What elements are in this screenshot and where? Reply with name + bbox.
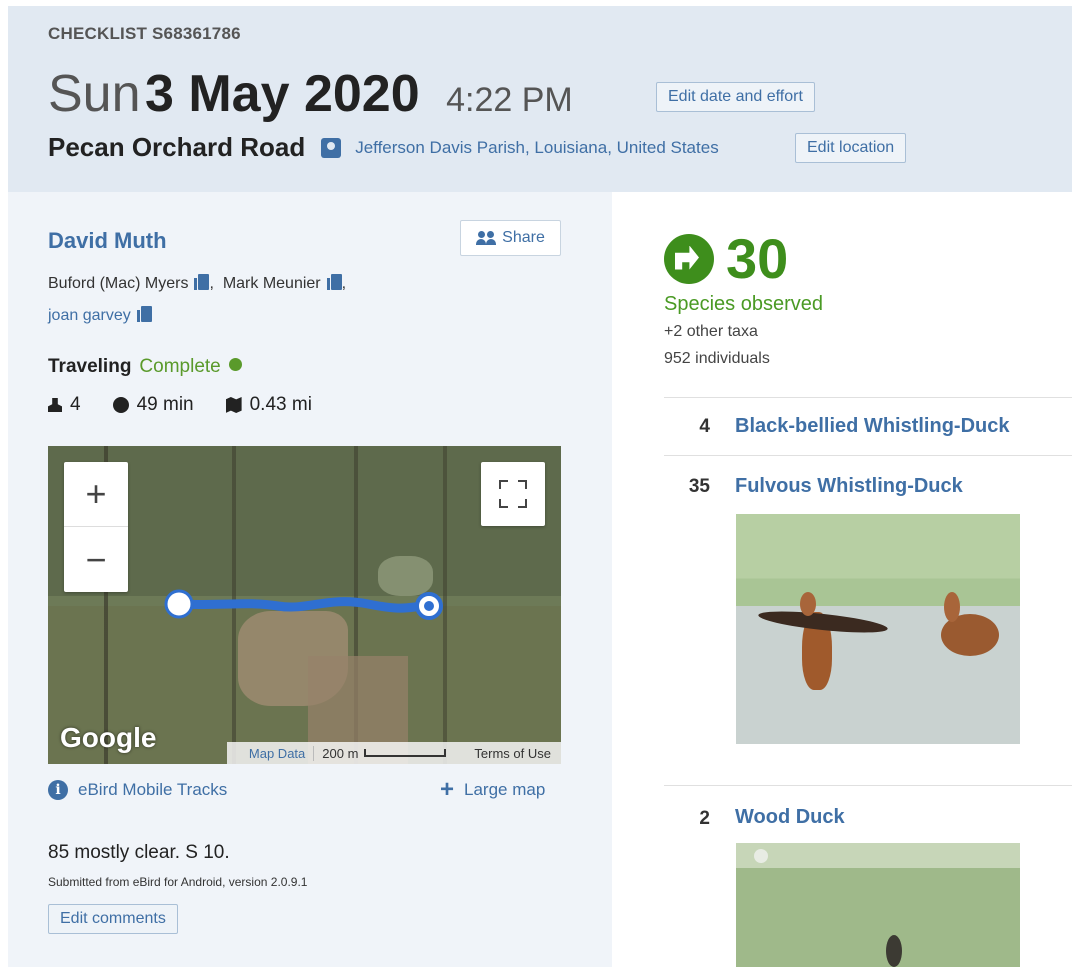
checklist-details-panel: David Muth Share Buford (Mac) Myers, Mar… (8, 192, 612, 967)
edit-location-button[interactable]: Edit location (795, 133, 907, 163)
checklist-icon[interactable] (136, 306, 152, 322)
share-button[interactable]: Share (460, 220, 561, 256)
location-row: Pecan Orchard Road Jefferson Davis Paris… (48, 132, 719, 163)
shared-observer-link[interactable]: joan garvey (48, 307, 131, 324)
location-name: Pecan Orchard Road (48, 132, 306, 162)
submission-info: Submitted from eBird for Android, versio… (48, 875, 308, 889)
map-pin-icon[interactable] (321, 137, 342, 158)
duck-head (886, 935, 902, 967)
large-map-label: Large map (464, 780, 546, 799)
blurred-spot (754, 849, 768, 863)
checklist-id: CHECKLIST S68361786 (48, 24, 241, 43)
fullscreen-button[interactable] (481, 462, 545, 526)
mobile-tracks-label: eBird Mobile Tracks (78, 780, 228, 799)
fullscreen-icon (499, 480, 508, 489)
party-size: 4 (70, 394, 81, 415)
map-attribution: Map Data 200 m Terms of Use (226, 742, 561, 764)
checklist-time: 4:22 PM (446, 81, 573, 119)
individuals-count: 952 individuals (664, 350, 770, 367)
plus-icon: + (440, 776, 455, 803)
zoom-control: + − (64, 462, 128, 592)
shared-observers: Buford (Mac) Myers, Mark Meunier, joan g… (48, 274, 347, 324)
location-region-link[interactable]: Jefferson Davis Parish, Louisiana, Unite… (355, 138, 719, 158)
zoom-in-button[interactable]: + (64, 462, 128, 527)
checklist-icon[interactable] (326, 274, 342, 290)
zoom-out-button[interactable]: − (64, 527, 128, 592)
map-icon (225, 397, 242, 413)
species-photo[interactable] (736, 514, 1020, 744)
large-map-link[interactable]: + Large map (440, 776, 546, 803)
date-day: Sun (48, 65, 141, 123)
info-icon: i (48, 780, 68, 800)
stopwatch-icon (112, 397, 129, 413)
complete-status: Complete (139, 356, 221, 377)
duration: 49 min (136, 394, 194, 415)
person-icon (48, 398, 62, 412)
track-map[interactable]: + − Google Map Data 200 m Terms of Use (48, 446, 561, 764)
ebird-logo-icon (664, 233, 714, 284)
terms-link[interactable]: Terms of Use (454, 746, 561, 761)
track-start-marker[interactable] (164, 589, 194, 619)
people-icon (476, 231, 497, 245)
distance: 0.43 mi (249, 394, 312, 415)
shared-observer: Buford (Mac) Myers (48, 275, 189, 292)
map-scale: 200 m (313, 745, 454, 761)
species-observed-label: Species observed (664, 293, 823, 315)
species-photo[interactable] (736, 843, 1020, 967)
species-link[interactable]: Wood Duck (735, 806, 845, 829)
effort-stats: 4 49 min 0.43 mi (48, 394, 312, 416)
edit-comments-button[interactable]: Edit comments (48, 904, 178, 934)
checklist-icon[interactable] (194, 274, 210, 290)
duck-head (800, 592, 816, 616)
info-icon[interactable] (228, 358, 242, 371)
duck-head (944, 592, 960, 622)
checklist-header: CHECKLIST S68361786 Sun 3 May 2020 4:22 … (8, 6, 1072, 192)
share-label: Share (502, 229, 545, 246)
observation-row: 4 Black-bellied Whistling-Duck (664, 397, 1072, 455)
species-link[interactable]: Fulvous Whistling-Duck (735, 475, 963, 498)
protocol-row: Traveling Complete (48, 356, 242, 378)
mobile-tracks-link[interactable]: i eBird Mobile Tracks (48, 780, 227, 800)
observation-count: 4 (699, 416, 710, 437)
shared-observer: Mark Meunier (222, 275, 321, 292)
protocol-type: Traveling (48, 356, 132, 377)
google-logo: Google (60, 722, 157, 753)
species-total: 30 (664, 226, 788, 291)
species-link[interactable]: Black-bellied Whistling-Duck (735, 415, 1009, 438)
other-taxa: +2 other taxa (664, 323, 758, 340)
observer-name[interactable]: David Muth (48, 228, 167, 254)
edit-date-button[interactable]: Edit date and effort (656, 82, 815, 112)
date-main: 3 May 2020 (144, 65, 420, 123)
species-count: 30 (726, 227, 789, 290)
observation-count: 35 (688, 476, 710, 497)
map-data-link[interactable]: Map Data (227, 746, 313, 761)
checklist-comment: 85 mostly clear. S 10. (48, 842, 230, 863)
observation-count: 2 (699, 808, 710, 829)
checklist-date: Sun 3 May 2020 4:22 PM (48, 64, 573, 124)
